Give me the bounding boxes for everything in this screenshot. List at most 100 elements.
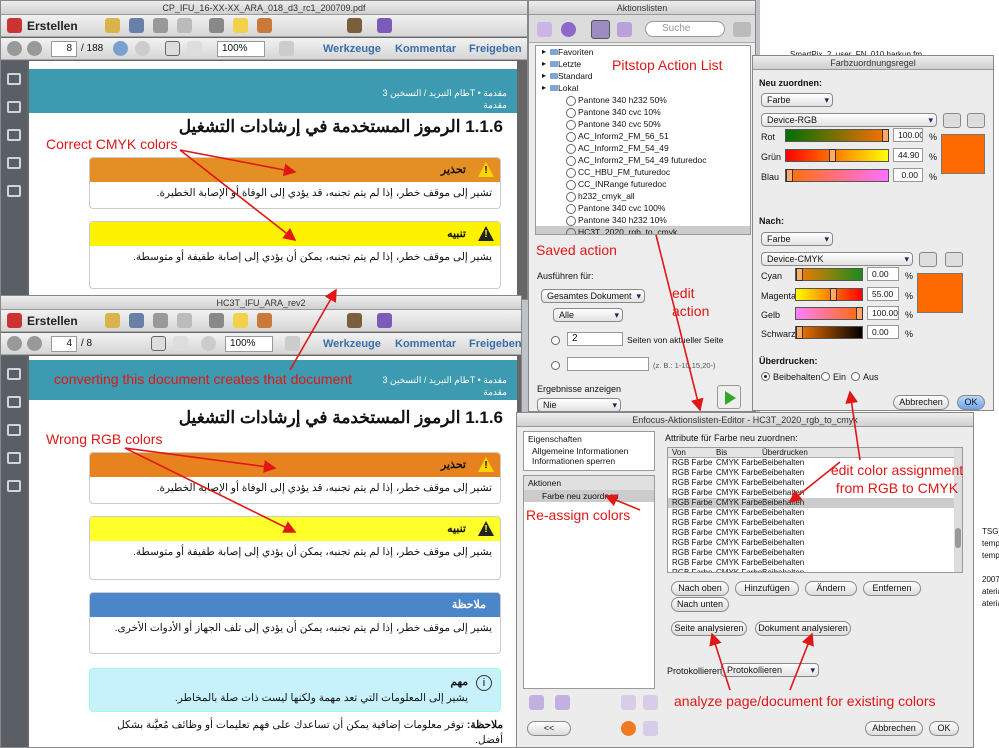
user-icon[interactable]	[347, 313, 362, 328]
rgb-blue-input[interactable]: 0.00	[893, 168, 923, 182]
create-button[interactable]: Erstellen	[27, 19, 78, 33]
select-tool-icon[interactable]	[165, 41, 180, 56]
create-icon[interactable]	[7, 313, 22, 328]
save-icon[interactable]	[129, 313, 144, 328]
folder-lokal[interactable]: Lokal	[536, 82, 750, 94]
dokument-analysieren-button[interactable]: Dokument analysieren	[755, 621, 851, 636]
cancel-button[interactable]: Abbrechen	[865, 721, 923, 736]
page-number-input[interactable]: 8	[51, 41, 77, 57]
schwarz-handle[interactable]	[796, 326, 803, 339]
layers-icon[interactable]	[7, 480, 21, 492]
bookmark-icon[interactable]	[7, 101, 21, 113]
nach-type-select[interactable]: Farbe	[761, 232, 833, 246]
move-up-icon[interactable]	[621, 695, 636, 710]
ok-button[interactable]: OK	[929, 721, 959, 736]
pages-radio[interactable]	[551, 336, 560, 345]
gear-icon[interactable]	[591, 20, 610, 39]
nach-space-select[interactable]: Device-CMYK	[761, 252, 913, 266]
list-item-selected[interactable]: HC3T_2020_rgb_to_cmyk	[536, 226, 750, 234]
attachment-icon[interactable]	[7, 129, 21, 141]
create-icon[interactable]	[7, 18, 22, 33]
tab-freigeben[interactable]: Freigeben	[469, 43, 522, 55]
options-gear-icon[interactable]	[733, 22, 751, 37]
magenta-input[interactable]: 55.00	[867, 287, 899, 301]
gelb-slider[interactable]	[795, 307, 863, 320]
list-item[interactable]: Pantone 340 h232 50%	[536, 94, 750, 106]
magenta-slider[interactable]	[795, 288, 863, 301]
record-icon[interactable]	[621, 721, 636, 736]
create-button[interactable]: Erstellen	[27, 314, 78, 328]
schwarz-input[interactable]: 0.00	[867, 325, 899, 339]
tab-werkzeuge[interactable]: Werkzeuge	[323, 43, 381, 55]
cyan-slider[interactable]	[795, 268, 863, 281]
zoom-out-icon[interactable]	[201, 336, 216, 351]
print-icon[interactable]	[153, 18, 168, 33]
signature-icon[interactable]	[7, 157, 21, 169]
blue-handle[interactable]	[786, 169, 793, 182]
list-item[interactable]: AC_Inform2_FM_54_49 futuredoc	[536, 154, 750, 166]
comment-icon[interactable]	[233, 18, 248, 33]
ein-radio[interactable]	[821, 372, 830, 381]
hand-tool-icon[interactable]	[187, 41, 202, 56]
settings-icon[interactable]	[209, 313, 224, 328]
pages-input[interactable]: 2	[567, 332, 623, 346]
page-layout-icon[interactable]	[279, 41, 294, 56]
table-row[interactable]: RGB Farbe CMYK Farbe Beibehalten	[668, 528, 962, 538]
table-row[interactable]: RGB Farbe CMYK Farbe Beibehalten	[668, 568, 962, 572]
comment-icon[interactable]	[233, 313, 248, 328]
hinzufuegen-button[interactable]: Hinzufügen	[735, 581, 799, 596]
table-row[interactable]: RGB Farbe CMYK Farbe Beibehalten	[668, 548, 962, 558]
gelb-input[interactable]: 100.00	[867, 306, 899, 320]
check-icon[interactable]	[537, 22, 552, 37]
next-page-icon[interactable]	[27, 41, 42, 56]
hand-tool-icon[interactable]	[173, 336, 188, 351]
neu-space-select[interactable]: Device-RGB	[761, 113, 937, 127]
filter-icon[interactable]	[617, 22, 632, 37]
seite-analysieren-button[interactable]: Seite analysieren	[671, 621, 747, 636]
protokoll-select[interactable]: Protokollieren	[721, 663, 819, 677]
list-item[interactable]: Pantone 340 cvc 50%	[536, 118, 750, 130]
stamp-icon[interactable]	[257, 18, 272, 33]
signature-icon[interactable]	[7, 452, 21, 464]
range-input[interactable]	[567, 357, 649, 371]
list-item[interactable]: h232_cmyk_all	[536, 190, 750, 202]
eyedropper-icon[interactable]	[967, 113, 985, 128]
aendern-button[interactable]: Ändern	[805, 581, 857, 596]
remove-action-icon[interactable]	[555, 695, 570, 710]
neu-type-select[interactable]: Farbe	[761, 93, 833, 107]
tab-kommentar[interactable]: Kommentar	[395, 338, 456, 350]
rgb-blue-slider[interactable]	[785, 169, 889, 182]
tab-werkzeuge[interactable]: Werkzeuge	[323, 338, 381, 350]
tab-freigeben[interactable]: Freigeben	[469, 338, 521, 350]
aus-radio[interactable]	[851, 372, 860, 381]
cyan-handle[interactable]	[796, 268, 803, 281]
action-list[interactable]: Favoriten Letzte Standard Lokal Pantone …	[535, 45, 751, 235]
prev-page-icon[interactable]	[7, 41, 22, 56]
red-handle[interactable]	[882, 129, 889, 142]
table-row[interactable]: RGB Farbe CMYK Farbe Beibehalten	[668, 508, 962, 518]
zoom-input[interactable]: 100%	[217, 41, 265, 57]
cyan-input[interactable]: 0.00	[867, 267, 899, 281]
zoom-in-icon[interactable]	[135, 41, 150, 56]
eyedropper-icon[interactable]	[945, 252, 963, 267]
entfernen-button[interactable]: Entfernen	[863, 581, 921, 596]
list-item[interactable]: AC_Inform2_FM_56_51	[536, 130, 750, 142]
rgb-red-input[interactable]: 100.00	[893, 128, 923, 142]
green-handle[interactable]	[829, 149, 836, 162]
nach-oben-button[interactable]: Nach oben	[671, 581, 729, 596]
layers-icon[interactable]	[7, 185, 21, 197]
save-icon[interactable]	[129, 18, 144, 33]
ergebnisse-select[interactable]: Nie	[537, 398, 621, 411]
rgb-green-slider[interactable]	[785, 149, 889, 162]
page-number-input[interactable]: 4	[51, 336, 77, 352]
zoom-out-icon[interactable]	[113, 41, 128, 56]
stop-icon[interactable]	[643, 721, 658, 736]
rgb-red-slider[interactable]	[785, 129, 889, 142]
table-row[interactable]: RGB Farbe CMYK Farbe Beibehalten	[668, 518, 962, 528]
prev-page-icon[interactable]	[7, 336, 22, 351]
pages-icon[interactable]	[7, 368, 21, 380]
list-item[interactable]: CC_INRange futuredoc	[536, 178, 750, 190]
back-button[interactable]: <<	[527, 721, 571, 736]
tab-kommentar[interactable]: Kommentar	[395, 43, 456, 55]
nach-unten-button[interactable]: Nach unten	[671, 597, 729, 612]
